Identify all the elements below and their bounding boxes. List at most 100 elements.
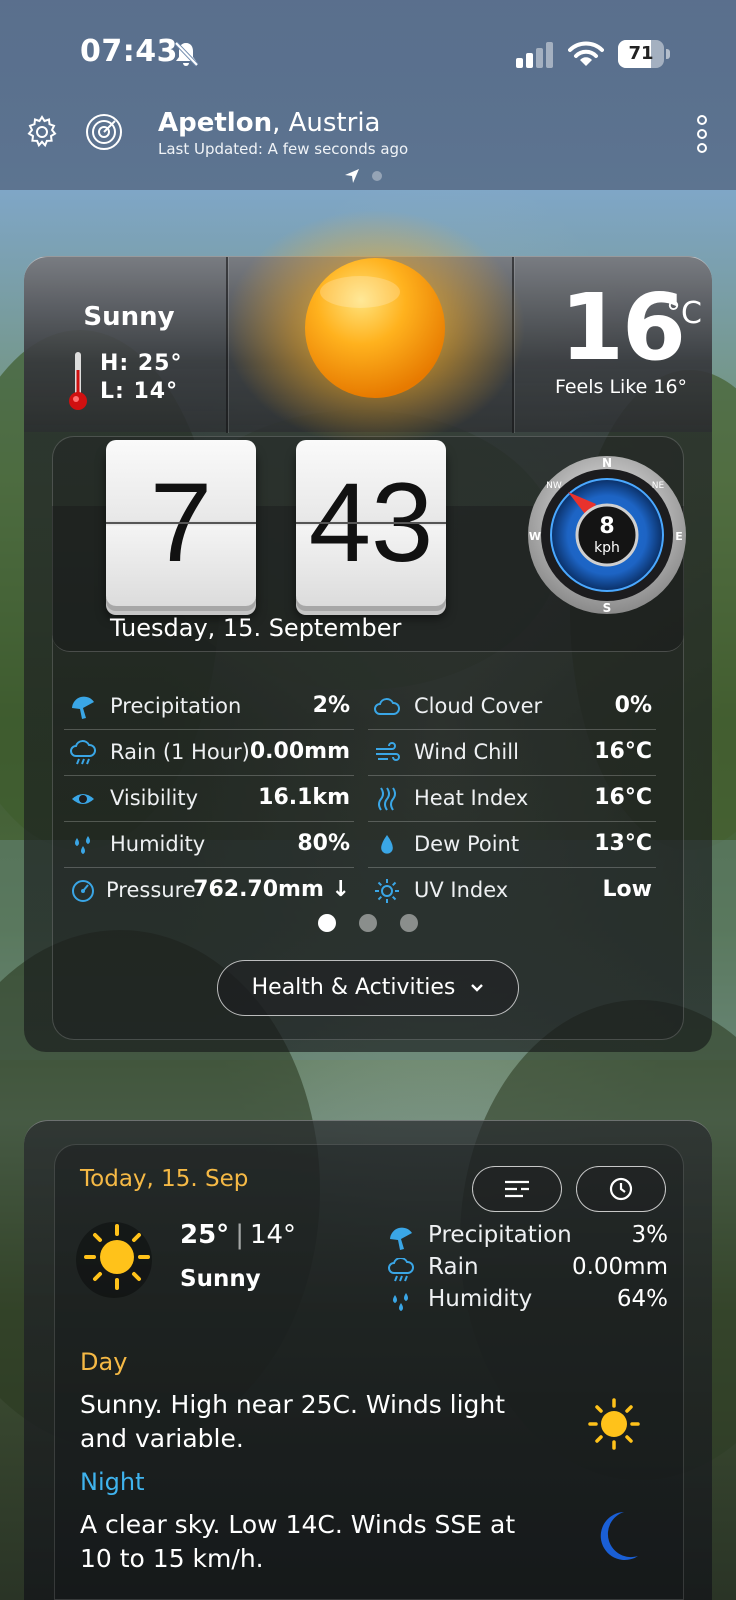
list-view-button[interactable] — [472, 1166, 562, 1212]
compass-e: E — [675, 530, 683, 543]
drops-icon — [393, 1293, 408, 1311]
forecast-rain: Rain 0.00mm — [388, 1254, 668, 1284]
detail-label: Dew Point — [414, 832, 520, 856]
day-heading: Day — [80, 1348, 128, 1376]
clock-icon — [609, 1177, 633, 1201]
umbrella-icon — [72, 696, 94, 719]
forecast-humidity: Humidity 64% — [388, 1286, 668, 1316]
detail-rain: Rain (1 Hour) 0.00mm — [64, 730, 354, 776]
drop-icon — [381, 835, 393, 854]
compass-s: S — [603, 601, 612, 615]
umbrella-icon — [390, 1227, 412, 1250]
last-updated: Last Updated: A few seconds ago — [158, 140, 409, 158]
detail-label: Precipitation — [110, 694, 242, 718]
details-pager[interactable] — [318, 914, 418, 932]
detail-value: 16.1km — [258, 785, 350, 810]
pager-dot-active[interactable] — [318, 914, 336, 932]
location-pager[interactable] — [344, 168, 394, 184]
detail-precipitation: Precipitation 2% — [64, 684, 354, 730]
low-temp: L: 14° — [100, 379, 179, 404]
thermometer-icon — [69, 352, 87, 410]
forecast-condition: Sunny — [180, 1266, 261, 1292]
radar-icon[interactable] — [84, 112, 124, 152]
drops-icon — [75, 836, 90, 854]
heat-waves-icon — [378, 787, 396, 811]
day-description: Sunny. High near 25C. Winds light and va… — [80, 1390, 506, 1453]
chevron-down-icon — [471, 984, 484, 992]
clock-minutes: 43 — [296, 440, 446, 606]
health-activities-label: Health & Activities — [251, 975, 456, 1000]
flip-divider — [296, 522, 446, 524]
health-activities-button[interactable]: Health & Activities — [217, 960, 519, 1016]
forecast-date: Today, 15. Sep — [80, 1166, 249, 1192]
forecast-low: 14° — [249, 1220, 297, 1250]
forecast-value: 0.00mm — [571, 1254, 668, 1280]
pager-dot[interactable] — [400, 914, 418, 932]
location-title[interactable]: Apetlon, Austria — [158, 108, 380, 138]
detail-value: 13°C — [594, 831, 652, 856]
battery-indicator: 71 — [618, 40, 670, 68]
detail-value: Low — [602, 877, 652, 902]
status-time: 07:43 — [80, 34, 178, 69]
detail-wind-chill: Wind Chill 16°C — [368, 730, 656, 776]
hourly-view-button[interactable] — [576, 1166, 666, 1212]
detail-value: 2% — [312, 693, 350, 718]
detail-uv-index: UV Index Low — [368, 868, 656, 914]
forecast-label: Humidity — [428, 1286, 533, 1312]
moon-icon — [600, 1512, 638, 1560]
wifi-icon — [568, 41, 604, 66]
forecast-precipitation: Precipitation 3% — [388, 1222, 668, 1252]
eye-icon — [72, 794, 94, 804]
compass-w: W — [529, 530, 541, 543]
cloud-icon — [374, 698, 400, 715]
current-date: Tuesday, 15. September — [110, 614, 402, 642]
temp-separator: | — [235, 1220, 244, 1250]
high-temp: H: 25° — [100, 351, 183, 376]
wind-speed: 8 — [599, 514, 615, 539]
pager-dot[interactable] — [359, 914, 377, 932]
sun-outline-icon — [375, 879, 399, 903]
detail-label: Humidity — [110, 832, 206, 856]
detail-label: UV Index — [414, 878, 509, 902]
battery-tip — [666, 49, 670, 59]
detail-label: Rain (1 Hour) — [110, 740, 250, 764]
detail-label: Wind Chill — [414, 740, 519, 764]
forecast-label: Rain — [428, 1254, 479, 1280]
detail-value: 80% — [297, 831, 350, 856]
wind-unit: kph — [594, 540, 620, 556]
forecast-high-low: 25° | 14° — [180, 1220, 296, 1250]
detail-label: Pressure — [106, 878, 196, 902]
rain-cloud-icon — [388, 1258, 414, 1282]
location-arrow-icon — [345, 169, 359, 183]
compass-nw: NW — [546, 481, 562, 491]
feels-like: Feels Like 16° — [554, 376, 688, 398]
detail-value: 0.00mm — [249, 739, 350, 764]
wind-icon — [376, 742, 400, 761]
high-low: H: 25° L: 14° — [100, 350, 182, 406]
list-icon — [505, 1180, 529, 1198]
night-heading: Night — [80, 1468, 145, 1496]
gauge-icon — [72, 880, 94, 902]
forecast-value: 3% — [631, 1222, 669, 1248]
detail-visibility: Visibility 16.1km — [64, 776, 354, 822]
status-bar: 07:43 71 — [0, 0, 736, 100]
sun-icon — [588, 1398, 640, 1450]
detail-cloud-cover: Cloud Cover 0% — [368, 684, 656, 730]
forecast-label: Precipitation — [428, 1222, 572, 1248]
more-vertical-icon[interactable] — [690, 114, 714, 154]
compass-ne: NE — [652, 481, 665, 491]
detail-value: 0% — [614, 693, 652, 718]
city-name: Apetlon — [158, 108, 273, 138]
flip-divider — [106, 522, 256, 524]
page-dot — [372, 171, 382, 181]
detail-value: 762.70mm ↓ — [193, 877, 350, 902]
night-description: A clear sky. Low 14C. Winds SSE at 10 to… — [80, 1510, 516, 1573]
country-name: , Austria — [272, 108, 381, 138]
gear-icon[interactable] — [24, 114, 60, 150]
compass-n: N — [602, 456, 612, 470]
cellular-signal-icon — [516, 42, 553, 68]
detail-label: Visibility — [110, 786, 199, 810]
battery-body: 71 — [618, 40, 664, 68]
rain-cloud-icon — [70, 740, 96, 765]
forecast-high: 25° — [180, 1220, 230, 1250]
